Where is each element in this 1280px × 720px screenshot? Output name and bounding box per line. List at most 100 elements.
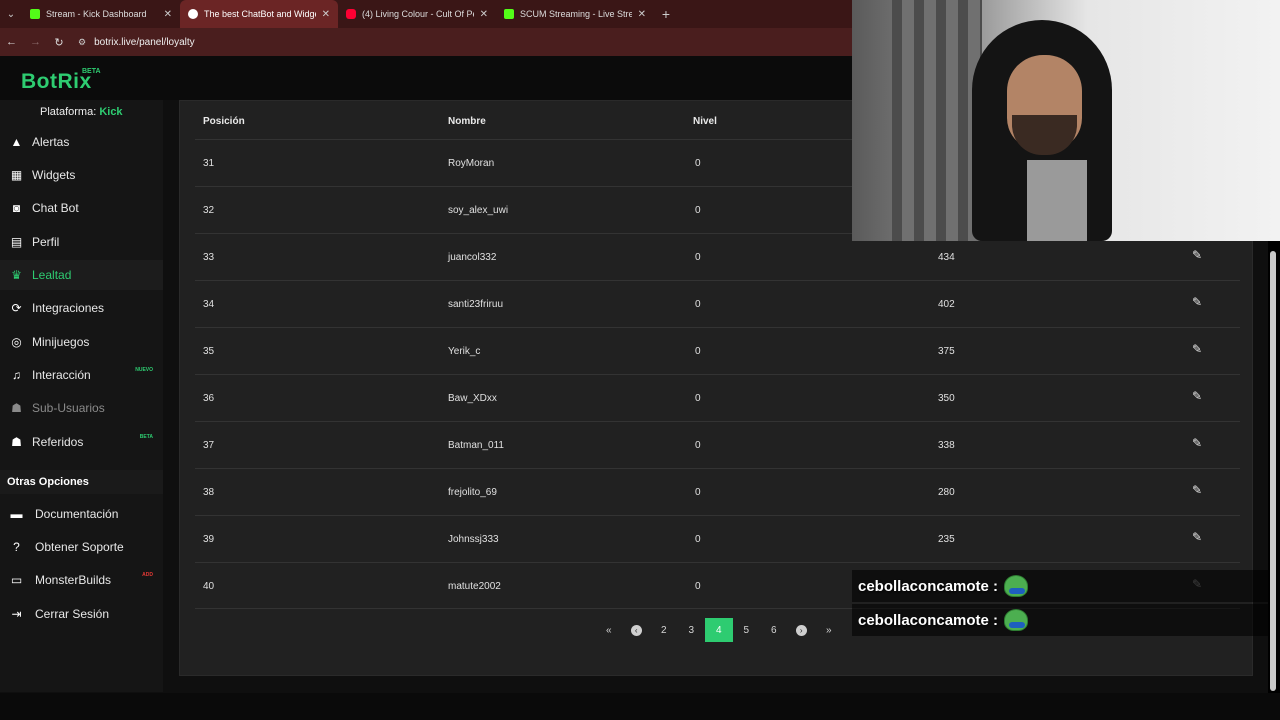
users-icon: ☗ [11,401,22,415]
new-tab-button[interactable]: + [654,6,678,22]
close-icon[interactable]: ✕ [322,9,330,20]
sidebar-item-integraciones[interactable]: ⟳ Integraciones [0,293,163,323]
last-page-button[interactable]: » [815,618,843,642]
cell-position: 31 [203,158,215,169]
next-page-button[interactable]: › [788,618,816,642]
question-icon: ? [13,540,20,554]
url-field[interactable]: ⚙ botrix.live/panel/loyalty [78,37,195,48]
cell-position: 36 [203,393,215,404]
cell-name: soy_alex_uwi [448,205,509,216]
column-header-position[interactable]: Posición [203,116,245,127]
new-badge: NUEVO [135,367,153,373]
trophy-icon: ♛ [11,268,22,282]
prev-page-button[interactable]: ‹ [623,618,651,642]
pencil-icon[interactable]: ✎ [1192,436,1202,450]
pencil-icon[interactable]: ✎ [1192,389,1202,403]
tab-search-icon[interactable]: ⌄ [0,0,22,28]
cell-name: matute2002 [448,581,501,592]
sidebar-item-monsterbuilds[interactable]: ▭ MonsterBuilds ADD [0,565,163,595]
sidebar-item-label: Lealtad [32,268,72,282]
browser-tab[interactable]: Stream - Kick Dashboard ✕ [22,0,180,28]
cell-level: 0 [695,393,701,404]
sidebar-item-sub-usuarios[interactable]: ☗ Sub-Usuarios [0,393,163,423]
page-button-current[interactable]: 4 [705,618,733,642]
cell-name: Baw_XDxx [448,393,497,404]
cell-name: frejolito_69 [448,487,497,498]
cell-name: santi23friruu [448,299,504,310]
chat-username: cebollaconcamote : [858,577,999,595]
scrollbar[interactable] [1268,241,1280,693]
page-button[interactable]: 6 [760,618,788,642]
pencil-icon[interactable]: ✎ [1192,483,1202,497]
platform-label: Plataforma: [40,106,97,118]
tab-label: (4) Living Colour - Cult Of Perso [362,9,474,19]
pepe-emote-icon [1004,609,1029,631]
sidebar-item-alertas[interactable]: ▲ Alertas [0,127,163,157]
first-page-button[interactable]: « [595,618,623,642]
pencil-icon[interactable]: ✎ [1192,342,1202,356]
cell-level: 0 [695,581,701,592]
sidebar-item-interaccion[interactable]: ♫ Interacción NUEVO [0,360,163,390]
page-button[interactable]: 2 [650,618,678,642]
music-icon: ♫ [12,368,21,382]
app-header [0,56,852,100]
sidebar-item-cerrar-sesion[interactable]: ⇥ Cerrar Sesión [0,599,163,629]
sidebar-item-widgets[interactable]: ▦ Widgets [0,160,163,190]
curtain [892,0,982,241]
page-button[interactable]: 3 [678,618,706,642]
webcam-overlay [852,0,1280,241]
back-icon[interactable]: ← [6,36,17,48]
forward-icon[interactable]: → [30,36,41,48]
cell-name: Batman_011 [448,440,504,451]
botrix-icon [188,9,198,19]
users-icon: ☗ [11,435,22,449]
column-header-level[interactable]: Nivel [693,116,717,127]
browser-tab[interactable]: (4) Living Colour - Cult Of Perso ✕ [338,0,496,28]
table-row: 36 Baw_XDxx 0 350 ✎ [195,374,1240,421]
tab-label: The best ChatBot and Widgets [204,9,316,19]
close-icon[interactable]: ✕ [480,9,488,20]
beta-badge: BETA [139,434,153,440]
cell-position: 33 [203,252,215,263]
streamer-shirt [1027,160,1087,241]
youtube-icon [346,9,356,19]
reload-icon[interactable]: ↻ [54,36,64,49]
sidebar-item-label: Cerrar Sesión [35,607,110,621]
cell-name: juancol332 [448,252,497,263]
cell-points: 375 [938,346,955,357]
sidebar-item-label: Perfil [32,235,60,249]
sidebar-item-chat-bot[interactable]: ◙ Chat Bot [0,193,163,223]
browser-tab[interactable]: SCUM Streaming - Live Streamin ✕ [496,0,654,28]
cell-points: 235 [938,534,955,545]
pencil-icon[interactable]: ✎ [1192,295,1202,309]
sidebar-item-obtener-soporte[interactable]: ? Obtener Soporte [0,532,163,562]
book-icon: ▬ [10,507,23,521]
sidebar-item-documentacion[interactable]: ▬ Documentación [0,499,163,529]
cell-name: Johnssj333 [448,534,499,545]
sidebar-item-referidos[interactable]: ☗ Referidos BETA [0,427,163,457]
table-row: 38 frejolito_69 0 280 ✎ [195,468,1240,515]
sidebar-item-label: Sub-Usuarios [32,401,105,415]
pencil-icon[interactable]: ✎ [1192,530,1202,544]
chat-message: cebollaconcamote : [852,570,1280,602]
cell-position: 37 [203,440,215,451]
close-icon[interactable]: ✕ [638,9,646,20]
browser-tab-active[interactable]: The best ChatBot and Widgets ✕ [180,0,338,28]
sidebar-item-label: Widgets [32,168,76,182]
close-icon[interactable]: ✕ [164,9,172,20]
column-header-name[interactable]: Nombre [448,116,486,127]
page-button[interactable]: 5 [733,618,761,642]
pencil-icon[interactable]: ✎ [1192,248,1202,262]
sidebar-item-lealtad[interactable]: ♛ Lealtad [0,260,163,290]
scrollbar-thumb[interactable] [1270,251,1276,691]
site-info-icon[interactable]: ⚙ [78,37,86,48]
sidebar-item-perfil[interactable]: ▤ Perfil [0,227,163,257]
sidebar-item-label: Documentación [35,507,119,521]
sidebar-item-minijuegos[interactable]: ◎ Minijuegos [0,327,163,357]
sidebar-item-label: Minijuegos [32,335,90,349]
cell-level: 0 [695,158,701,169]
cell-name: RoyMoran [448,158,495,169]
tab-label: Stream - Kick Dashboard [46,9,147,19]
cell-level: 0 [695,205,701,216]
chevron-right-icon: › [795,624,807,636]
